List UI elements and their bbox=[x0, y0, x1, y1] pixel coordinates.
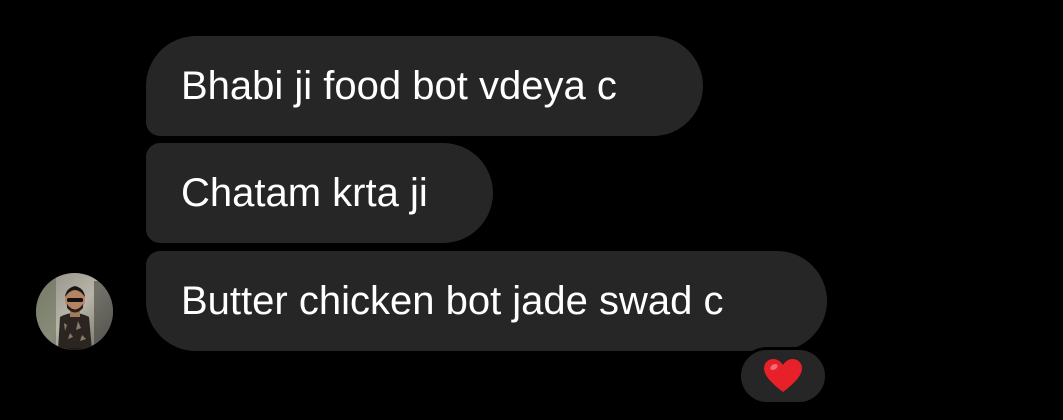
message-text: Butter chicken bot jade swad c bbox=[181, 279, 724, 323]
message-bubble[interactable]: Chatam krta ji bbox=[146, 143, 493, 243]
message-text: Bhabi ji food bot vdeya c bbox=[181, 64, 617, 108]
message-bubble[interactable]: Bhabi ji food bot vdeya c bbox=[146, 36, 703, 136]
message-bubble[interactable]: Butter chicken bot jade swad c bbox=[146, 251, 827, 351]
avatar[interactable] bbox=[36, 273, 113, 350]
profile-photo bbox=[36, 273, 113, 350]
heart-icon bbox=[764, 359, 802, 392]
message-text: Chatam krta ji bbox=[181, 171, 428, 215]
reaction-badge[interactable] bbox=[738, 347, 828, 405]
